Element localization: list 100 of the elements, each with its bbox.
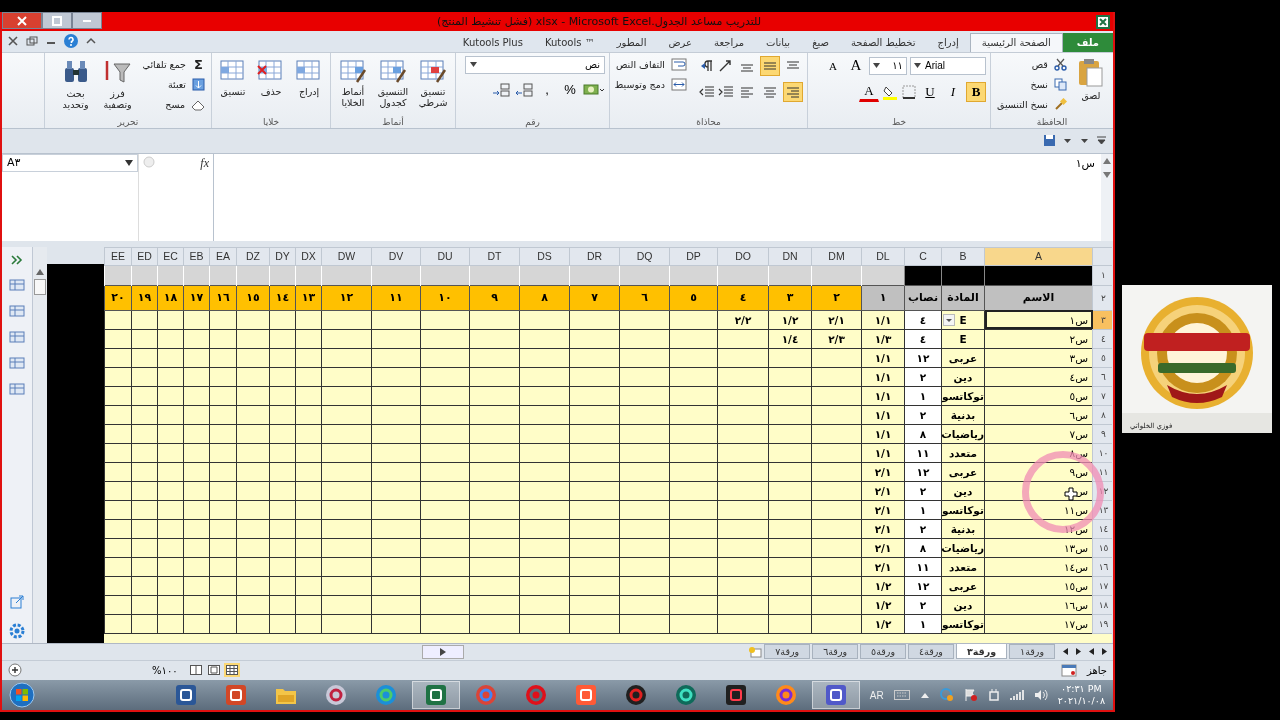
column-header[interactable]: DY [269,247,296,266]
ribbon-tab[interactable]: عرض [657,32,704,52]
column-header[interactable]: EE [104,247,132,266]
column-header[interactable]: EC [157,247,184,266]
row-header[interactable]: ١ [1092,265,1112,286]
column-header[interactable]: EA [209,247,237,266]
plug-icon[interactable] [987,688,1000,703]
text-orientation-icon[interactable] [718,58,734,73]
cut-button[interactable]: قص [995,55,1069,74]
zoom-level[interactable]: %١٠٠ [152,664,178,676]
fill-button[interactable]: تعبئة [140,75,207,94]
ribbon-button[interactable]: تنسيق [216,55,250,97]
maximize-button[interactable] [42,12,72,29]
font-size-field[interactable]: ١١ [869,56,907,75]
column-header[interactable]: A [984,247,1093,266]
outdent-icon[interactable] [699,84,715,99]
vertical-scrollbar[interactable] [33,246,47,643]
column-header[interactable]: DM [811,247,862,266]
macro-record-icon[interactable] [1060,663,1077,677]
borders-icon[interactable] [901,83,917,100]
clear-button[interactable]: مسح [140,95,207,114]
dropdown-arrow-icon[interactable] [873,63,880,69]
view-button[interactable] [205,663,222,678]
column-header[interactable]: B [941,247,985,266]
sheet-tab[interactable]: ورقة٧ [764,644,811,660]
ribbon-button[interactable]: تنسيق شرطي [415,55,451,108]
ribbon-tab[interactable]: المطور [605,32,658,52]
flag-icon[interactable] [963,688,978,703]
sheet-tab[interactable]: ورقة٥ [860,644,906,660]
help-icon[interactable] [64,33,78,48]
shrink-font-button[interactable]: A [823,55,843,76]
collapse-icon[interactable] [86,36,96,45]
ribbon-button[interactable]: حذف [254,55,288,97]
view-button[interactable] [187,663,204,678]
indent-icon[interactable] [718,84,734,99]
column-header[interactable]: C [904,247,942,266]
find-select-button[interactable]: بحث وتحديد [56,55,95,110]
column-header[interactable]: DW [321,247,372,266]
ribbon-tab[interactable]: تخطيط الصفحة [840,32,927,52]
vertical-align-button[interactable] [760,55,780,76]
signal-icon[interactable] [1009,689,1024,702]
ribbon-tab[interactable]: صيغ [801,32,840,52]
scroll-up-icon[interactable] [1103,157,1111,164]
sheet-tab[interactable]: ورقة٦ [812,644,859,660]
number-style-button[interactable]: % [560,79,580,100]
column-header[interactable]: DU [420,247,470,266]
zoom-in-icon[interactable] [8,663,22,678]
dropdown-arrow-icon[interactable] [470,62,477,68]
column-header[interactable]: ED [131,247,158,266]
caret-icon[interactable] [919,691,930,700]
ribbon-tab[interactable]: الصفحة الرئيسية [969,32,1063,52]
pane-tool-icon[interactable] [9,304,25,317]
pane-tool-icon[interactable] [9,356,25,369]
ribbon-tab[interactable]: Kutools ™ [533,32,606,52]
close-button[interactable] [2,12,42,29]
ribbon-button[interactable]: التنسيق كجدول [375,55,411,108]
scroll-down-icon[interactable] [1103,171,1111,178]
ribbon-tab[interactable]: Kutools Plus [451,32,534,52]
dropdown-arrow-icon[interactable] [914,63,921,69]
view-button[interactable] [223,663,240,678]
column-header[interactable]: DZ [236,247,270,266]
font-name-field[interactable]: Arial [910,56,986,75]
row-header[interactable]: ٢ [1092,285,1112,311]
ribbon-button[interactable]: إدراج [292,55,326,97]
pane-tool-icon[interactable] [9,382,25,395]
scroll-thumb[interactable] [34,278,46,295]
sync-icon[interactable] [939,688,954,703]
pane-tool-icon[interactable] [9,330,25,343]
formula-field[interactable]: س١ [214,153,1101,241]
sheet-tab[interactable]: ورقة٣ [955,644,1008,660]
column-header[interactable]: DX [295,247,322,266]
double-chevron-icon[interactable] [11,254,23,265]
horizontal-align-button[interactable] [783,81,803,102]
sheet-tab[interactable]: ورقة١ [1009,644,1055,660]
name-box[interactable]: A٣ [2,153,138,172]
column-header[interactable]: DT [469,247,520,266]
taskbar-button[interactable] [412,681,460,710]
volume-icon[interactable] [1033,689,1048,702]
horizontal-scrollbar[interactable] [422,644,464,659]
column-header[interactable]: DO [717,247,769,266]
insert-function-button[interactable]: fx [200,155,209,171]
paste-button[interactable]: لصق [1072,55,1109,101]
ribbon-tab[interactable]: بيانات [755,32,802,52]
increase-decimal-icon[interactable] [514,81,534,98]
wrap-text-button[interactable]: التفاف النص [612,55,689,74]
sort-filter-button[interactable]: فرز وتصفية [98,55,137,110]
ribbon-button[interactable]: أنماط الخلايا [335,55,371,108]
ribbon-tab[interactable]: مراجعة [703,32,756,52]
column-header[interactable]: DS [519,247,570,266]
settings-icon[interactable] [9,622,25,639]
copy-button[interactable]: نسخ [995,75,1069,94]
column-header[interactable]: DV [371,247,421,266]
pane-tool-icon[interactable] [9,278,25,291]
restore-icon[interactable] [26,35,38,46]
save-icon[interactable] [1043,134,1056,148]
font-style-button[interactable]: B [966,81,986,102]
decrease-decimal-icon[interactable] [491,81,511,98]
merge-center-button[interactable]: دمج وتوسيط [612,75,689,94]
font-color-button[interactable]: A [859,81,879,102]
column-header[interactable]: DN [768,247,812,266]
